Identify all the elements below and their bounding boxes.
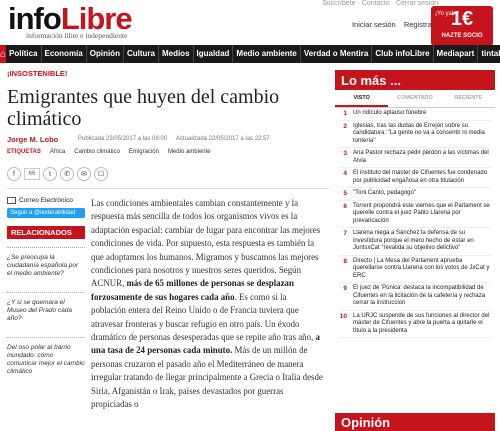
list-item[interactable]: 2 Iglesias, tras las dudas de Errejón sob… xyxy=(339,121,491,148)
tag-link[interactable]: Emigración xyxy=(129,149,159,155)
nav-item[interactable]: Opinión xyxy=(87,45,124,63)
article-body: Las condiciones ambientales cambian cons… xyxy=(91,197,323,412)
divider xyxy=(7,188,329,189)
list-item[interactable]: 3 Ana Pastor rechaza pedir perdón a las v… xyxy=(339,148,491,168)
article-author[interactable]: Jorge M. Lobo xyxy=(7,135,58,144)
top-links[interactable]: Suscríbete · Contacto · Cerrar sesión xyxy=(322,0,438,7)
nav-item[interactable]: Economía xyxy=(42,45,87,63)
list-item[interactable]: 8 Directo | La Mesa del Parlament aprueba… xyxy=(339,256,491,283)
nav-item[interactable]: Política xyxy=(6,45,42,63)
tab-reciente[interactable]: RECIENTE xyxy=(442,91,495,107)
nav-item[interactable]: Cultura xyxy=(124,45,159,63)
list-item[interactable]: 1 Un ridículo aplauso fúnebre xyxy=(339,108,491,121)
share-count: 66 xyxy=(24,168,40,180)
related-item[interactable]: ¿Se preocupa la ciudadanía española por … xyxy=(7,247,85,284)
login-link[interactable]: Iniciar sesión xyxy=(352,20,396,29)
most-popular-heading: Lo más ... xyxy=(335,70,495,90)
tag-row: ETIQUETAS África Cambio climático Emigra… xyxy=(7,149,211,155)
most-popular-panel: Lo más ... VISTO COMENTADO RECIENTE 1 Un … xyxy=(335,70,495,338)
tag-link[interactable]: Cambio climático xyxy=(74,149,120,155)
list-item[interactable]: 10 La URJC suspende de sus funciones al d… xyxy=(339,311,491,338)
whatsapp-icon[interactable]: ✆ xyxy=(60,167,74,181)
related-item[interactable]: ¿Y si se quemara el Museo del Prado cada… xyxy=(7,292,85,329)
list-item[interactable]: 4 El instituto del máster de Cifuentes fu… xyxy=(339,168,491,188)
main-nav: ⌂ Política Economía Opinión Cultura Medi… xyxy=(0,45,500,63)
tags-label: ETIQUETAS xyxy=(7,149,41,155)
nav-item[interactable]: tintaLibre xyxy=(478,45,500,63)
tag-link[interactable]: Medio ambiente xyxy=(168,149,211,155)
article-title: Emigrantes que huyen del cambio climátic… xyxy=(7,86,280,130)
section-label[interactable]: ¡INSOSTENIBLE! xyxy=(7,69,67,78)
list-item[interactable]: 7 Llarena niega a Sánchez la defensa de s… xyxy=(339,228,491,256)
tag-link[interactable]: África xyxy=(50,149,65,155)
promo-label: HAZTE SOCIO xyxy=(441,33,483,39)
account-links: Iniciar sesión Registrate xyxy=(346,20,438,29)
nav-item[interactable]: Igualdad xyxy=(194,45,234,63)
list-item[interactable]: 9 El juez de 'Púnica' destaca la incompat… xyxy=(339,283,491,311)
published-date: Publicada 23/05/2017 a las 06:00 xyxy=(78,136,168,142)
comment-icon[interactable]: ☐ xyxy=(94,167,108,181)
twitter-follow-button[interactable]: Seguir a @iexterabilidad xyxy=(7,208,85,218)
nav-item[interactable]: Verdad o Mentira xyxy=(301,45,373,63)
related-item[interactable]: Del oso polar al barrio inundado: cómo c… xyxy=(7,337,85,382)
facebook-icon[interactable]: f xyxy=(7,167,21,181)
related-heading: RELACIONADOS xyxy=(7,226,85,239)
twitter-icon[interactable]: t xyxy=(43,167,57,181)
subscribe-promo[interactable]: ¡Yo ya! 1€ HAZTE SOCIO xyxy=(431,6,493,46)
nav-item[interactable]: Mediapart xyxy=(434,45,479,63)
email-subscribe[interactable]: Correo Electrónico xyxy=(7,197,85,204)
site-header: infoLibre información libre e independie… xyxy=(0,0,500,46)
mail-icon xyxy=(7,197,16,204)
site-tagline: información libre e independiente xyxy=(26,31,128,40)
popular-list: 1 Un ridículo aplauso fúnebre 2 Iglesias, … xyxy=(335,108,495,338)
list-item[interactable]: 5 "Toni Cantó, pedagogo" xyxy=(339,188,491,201)
promo-counter: ¡Yo ya! xyxy=(435,11,454,17)
nav-item[interactable]: Medios xyxy=(159,45,194,63)
nav-item[interactable]: Medio ambiente xyxy=(233,45,301,63)
tab-comentado[interactable]: COMENTADO xyxy=(388,91,441,107)
popular-tabs: VISTO COMENTADO RECIENTE xyxy=(335,91,495,108)
updated-date: Actualizada 22/05/2017 a las 22:57 xyxy=(176,136,270,142)
article-sidebar: Correo Electrónico Seguir a @iexterabili… xyxy=(7,197,85,382)
list-item[interactable]: 6 Torrent propondrá este viernes que el P… xyxy=(339,201,491,228)
opinion-heading[interactable]: Opinión xyxy=(335,413,495,431)
tab-visto[interactable]: VISTO xyxy=(335,91,389,107)
email-icon[interactable]: ✉ xyxy=(77,167,91,181)
share-bar: f 66 t ✆ ✉ ☐ xyxy=(7,167,108,181)
nav-item[interactable]: Club infoLibre xyxy=(372,45,434,63)
article-paragraph: Las condiciones ambientales cambian cons… xyxy=(91,198,323,410)
